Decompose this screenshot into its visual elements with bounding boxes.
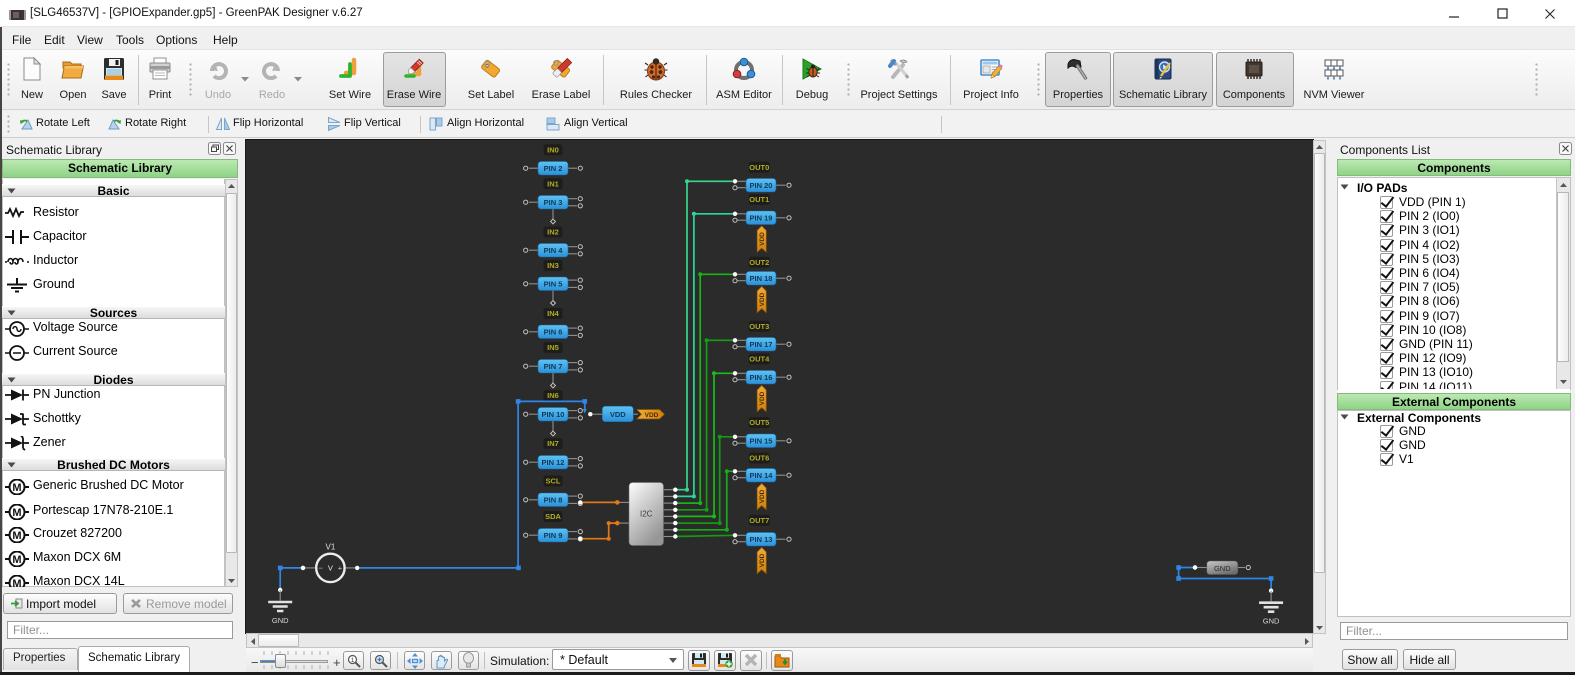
svg-text:GND: GND [1214,564,1231,573]
svg-text:PIN 16: PIN 16 [750,373,773,382]
svg-text:PIN 12: PIN 12 [542,458,565,467]
svg-text:IN0: IN0 [547,146,559,155]
svg-text:PIN 13: PIN 13 [750,535,773,544]
svg-text:+: + [338,564,343,573]
svg-text:I2C: I2C [640,510,653,519]
svg-text:VDD: VDD [610,410,626,419]
svg-text:VDD: VDD [759,553,766,567]
svg-text:IN6: IN6 [547,391,559,400]
svg-text:VDD: VDD [759,292,766,306]
svg-text:IN2: IN2 [547,228,559,237]
svg-text:PIN 20: PIN 20 [750,181,773,190]
svg-text:OUT2: OUT2 [749,258,769,267]
svg-text:M: M [12,507,21,519]
svg-text:PIN 17: PIN 17 [750,340,773,349]
svg-text:V: V [328,564,333,573]
svg-text:PIN 18: PIN 18 [750,274,773,283]
svg-text:PIN 4: PIN 4 [544,246,564,255]
svg-text:PIN 2: PIN 2 [544,164,563,173]
svg-text:IN1: IN1 [547,180,559,189]
svg-text:PIN 6: PIN 6 [544,327,563,336]
svg-text:VDD: VDD [759,232,766,246]
svg-text:OUT4: OUT4 [749,355,770,364]
svg-text:IN3: IN3 [547,261,559,270]
svg-text:OUT7: OUT7 [749,516,769,525]
svg-text:VDD: VDD [645,412,659,419]
svg-text:PIN 5: PIN 5 [544,279,563,288]
svg-text:M: M [12,554,21,566]
svg-text:SCL: SCL [546,477,561,486]
svg-text:IN7: IN7 [547,439,559,448]
svg-text:VDD: VDD [759,489,766,503]
svg-text:OUT0: OUT0 [749,163,769,172]
svg-text:PIN 7: PIN 7 [544,362,563,371]
svg-text:PIN 15: PIN 15 [750,436,773,445]
svg-text:M: M [12,482,21,494]
svg-text:PIN 10: PIN 10 [542,410,565,419]
svg-text:IN5: IN5 [547,343,559,352]
svg-text:−: − [319,564,324,573]
svg-text:OUT5: OUT5 [749,418,769,427]
svg-text:PIN 8: PIN 8 [544,495,563,504]
svg-text:GND: GND [272,616,289,625]
svg-text:GND: GND [1263,617,1280,626]
svg-text:OUT1: OUT1 [749,195,769,204]
svg-text:SDA: SDA [545,512,561,521]
svg-text:PIN 14: PIN 14 [750,471,774,480]
svg-text:M: M [12,530,21,542]
svg-text:PIN 19: PIN 19 [750,213,773,222]
svg-text:IN4: IN4 [547,309,560,318]
svg-text:PIN 3: PIN 3 [544,198,563,207]
svg-text:PIN 9: PIN 9 [544,531,563,540]
svg-text:VDD: VDD [759,391,766,405]
svg-text:OUT3: OUT3 [749,322,769,331]
svg-text:OUT6: OUT6 [749,454,769,463]
svg-text:V1: V1 [326,543,336,552]
